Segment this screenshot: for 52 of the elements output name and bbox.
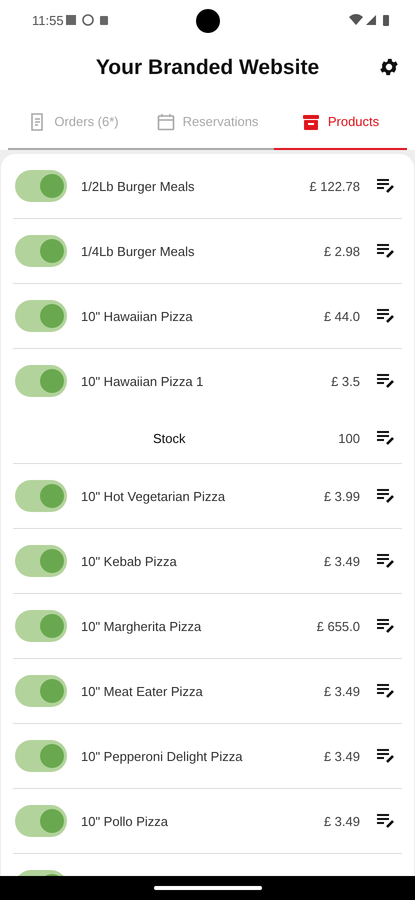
toggle-switch[interactable] <box>15 235 67 267</box>
product-name: 1/4Lb Burger Meals <box>81 244 196 258</box>
edit-list-icon[interactable] <box>376 618 396 634</box>
stock-label: Stock <box>153 430 187 446</box>
calendar-icon <box>156 112 175 130</box>
camera-hole-icon <box>195 8 221 34</box>
product-name: 10" Hot Vegetarian Pizza <box>81 488 226 504</box>
edit-list-icon[interactable] <box>376 748 396 764</box>
edit-list-icon[interactable] <box>376 178 396 194</box>
product-name: 10" Pollo Pizza <box>81 814 169 828</box>
product-price: £ 3.49 <box>324 814 360 828</box>
edit-list-icon[interactable] <box>376 683 396 699</box>
product-price: £ 44.0 <box>324 308 360 324</box>
product-price: £ 2.98 <box>324 244 360 258</box>
stock-value: 100 <box>338 430 360 446</box>
product-price: £ 3.5 <box>331 374 360 388</box>
toggle-switch[interactable] <box>15 300 67 332</box>
toggle-switch[interactable] <box>15 805 67 837</box>
status-time: 11:55 <box>32 12 64 28</box>
toggle-switch[interactable] <box>15 545 67 577</box>
tab[interactable]: Orders (6*) <box>8 95 141 150</box>
settings-icon[interactable] <box>378 56 400 78</box>
app-title: Your Branded Website <box>96 56 320 80</box>
product-price: £ 655.0 <box>316 618 360 634</box>
product-price: £ 3.49 <box>324 554 360 568</box>
product-price: £ 122.78 <box>309 178 360 194</box>
product-name: 1/2Lb Burger Meals <box>81 178 196 194</box>
product-name: 10" Hawaiian Pizza 1 <box>81 374 204 388</box>
product-price: £ 3.49 <box>324 684 360 698</box>
edit-list-icon[interactable] <box>376 488 396 504</box>
product-name: 10" Hawaiian Pizza <box>81 308 194 324</box>
edit-list-icon[interactable] <box>376 373 396 389</box>
tab[interactable]: Reservations <box>141 95 274 150</box>
product-name: 10" Pepperoni Delight Pizza <box>81 748 244 764</box>
product-name: 10" Kebab Pizza <box>81 554 178 568</box>
edit-list-icon[interactable] <box>376 813 396 829</box>
toggle-switch[interactable] <box>15 740 67 772</box>
toggle-switch[interactable] <box>15 365 67 397</box>
edit-list-icon[interactable] <box>376 243 396 259</box>
edit-list-icon[interactable] <box>376 308 396 324</box>
toggle-switch[interactable] <box>15 170 67 202</box>
product-price: £ 3.49 <box>324 748 360 764</box>
toggle-switch[interactable] <box>15 480 67 512</box>
edit-list-icon[interactable] <box>376 553 396 569</box>
product-name: 10" Margherita Pizza <box>81 618 202 634</box>
storefront-icon <box>302 112 320 130</box>
toggle-switch[interactable] <box>15 610 67 642</box>
product-name: 10" Meat Eater Pizza <box>81 684 204 698</box>
toggle-switch[interactable] <box>15 675 67 707</box>
home-handle[interactable] <box>154 886 262 890</box>
edit-list-icon[interactable] <box>376 430 396 446</box>
product-price: £ 3.99 <box>324 488 360 504</box>
